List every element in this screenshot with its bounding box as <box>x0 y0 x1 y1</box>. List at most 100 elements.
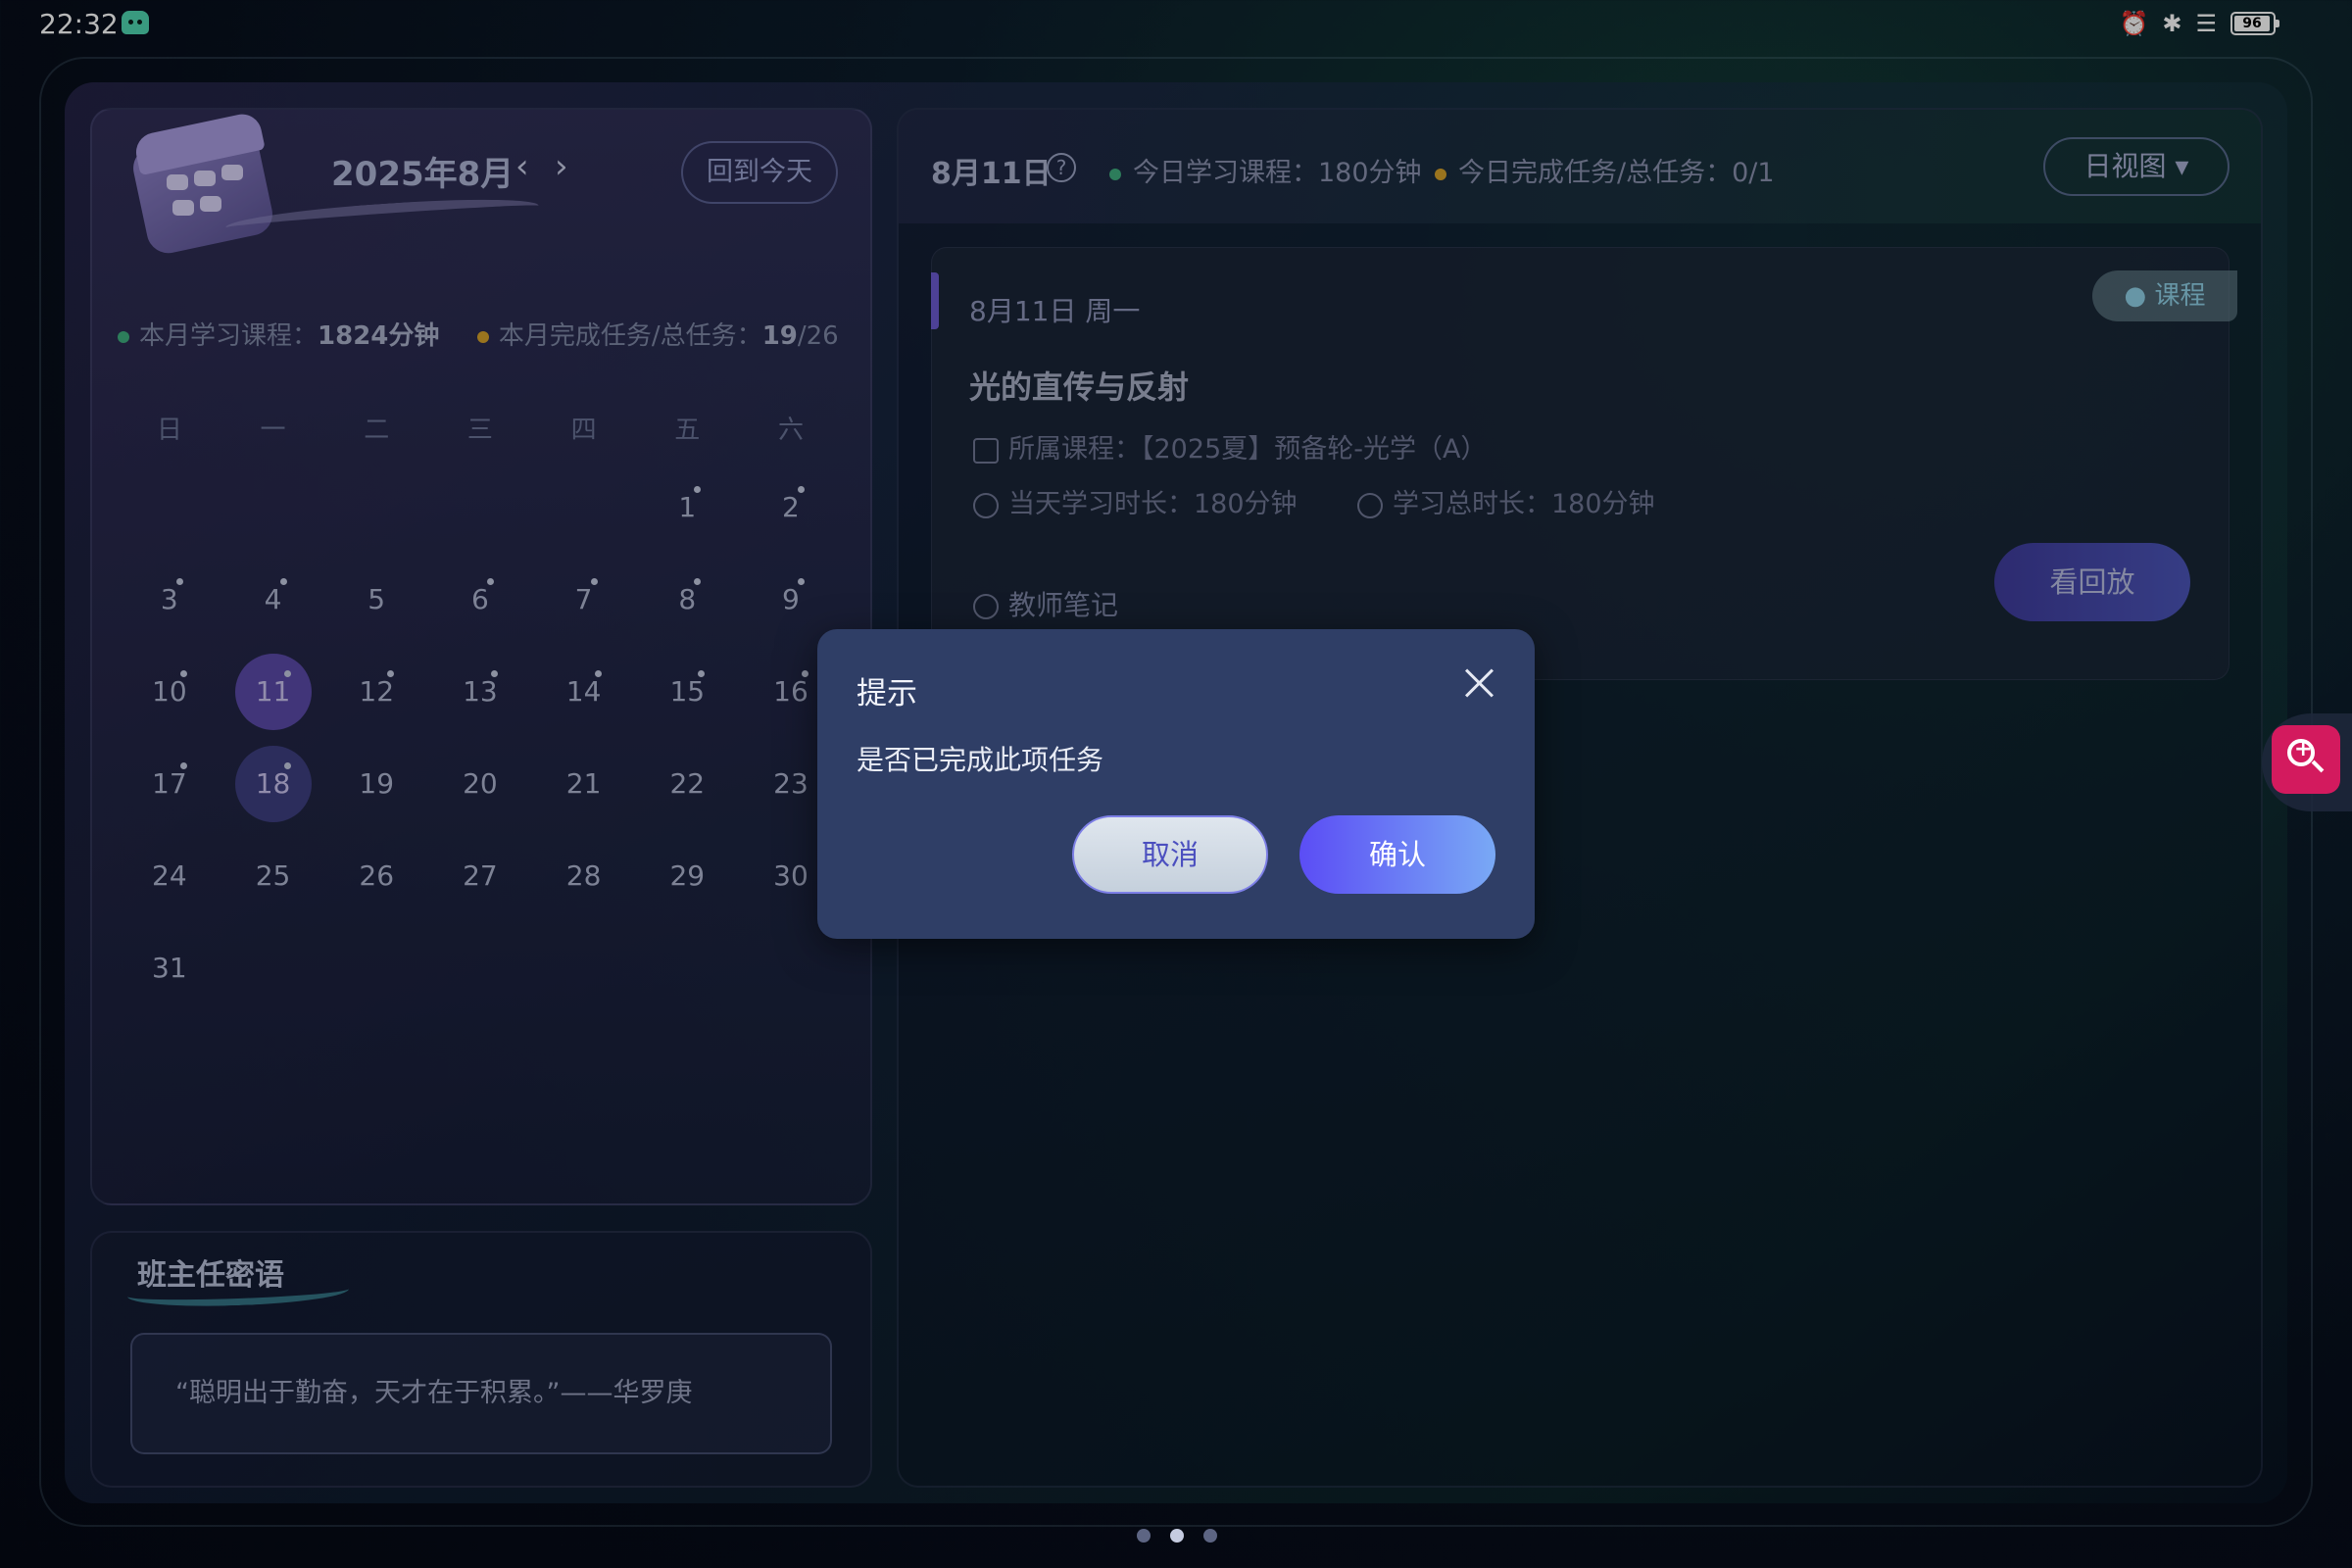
calendar-week-row: 17 18 19 20 21 22 23 <box>118 745 843 823</box>
battery-level: 96 <box>2234 16 2270 31</box>
calendar-day[interactable]: 2 <box>739 468 843 547</box>
page-dot[interactable] <box>1137 1529 1151 1543</box>
view-mode-dropdown[interactable]: 日视图 ▾ <box>2043 137 2230 196</box>
course-accent-bar <box>931 272 939 329</box>
back-to-today-button[interactable]: 回到今天 <box>681 141 838 204</box>
calendar-day[interactable]: 7 <box>532 561 636 639</box>
month-study-label: 本月学习课程： <box>139 321 318 351</box>
calendar-day[interactable]: 25 <box>221 837 325 915</box>
next-month-button[interactable]: › <box>555 147 568 186</box>
weekday-label: 日 <box>156 416 182 445</box>
calendar-day[interactable]: 9 <box>739 561 843 639</box>
task-dot-icon <box>491 670 499 677</box>
calendar-day-number: 11 <box>255 675 291 708</box>
weekday-label: 二 <box>364 416 390 445</box>
calendar-day[interactable]: 12 <box>324 653 428 731</box>
calendar-empty-cell <box>221 468 325 547</box>
task-dot-icon <box>180 762 187 769</box>
status-icons: ⏰ ✱ ☰ 96 <box>2119 10 2279 37</box>
calendar-day-number: 3 <box>160 583 178 615</box>
cancel-button[interactable]: 取消 <box>1072 815 1268 894</box>
calendar-day[interactable]: 8 <box>635 561 739 639</box>
calendar-day[interactable]: 11 <box>221 653 325 731</box>
task-dot-icon <box>283 762 291 769</box>
battery-icon: 96 <box>2230 12 2279 35</box>
calendar-day[interactable]: 5 <box>324 561 428 639</box>
calendar-day-number: 1 <box>678 491 697 523</box>
calendar-day[interactable]: 29 <box>635 837 739 915</box>
calendar-day[interactable]: 14 <box>532 653 636 731</box>
calendar-day[interactable]: 15 <box>635 653 739 731</box>
weekday-label: 四 <box>570 416 597 445</box>
course-total-time-text: 学习总时长：180分钟 <box>1393 489 1655 519</box>
calendar-day-number: 14 <box>565 675 602 708</box>
calendar-day[interactable]: 1 <box>635 468 739 547</box>
calendar-day[interactable]: 20 <box>428 745 532 823</box>
calendar-empty-cell <box>221 929 325 1007</box>
teacher-notes-link[interactable]: 教师笔记 <box>973 584 1118 623</box>
prev-month-button[interactable]: ‹ <box>515 147 529 186</box>
page-dot-active[interactable] <box>1170 1529 1184 1543</box>
calendar-day-number: 6 <box>470 583 489 615</box>
page-dot[interactable] <box>1203 1529 1217 1543</box>
task-dot-icon <box>798 578 806 585</box>
calendar-empty-cell <box>118 468 221 547</box>
calendar-day[interactable]: 27 <box>428 837 532 915</box>
calendar-day[interactable]: 13 <box>428 653 532 731</box>
calendar-day[interactable]: 31 <box>118 929 221 1007</box>
task-dot-icon <box>487 578 495 585</box>
teacher-quote: “聪明出于勤奋，天才在于积累。”——华罗庚 <box>130 1333 832 1454</box>
zoom-in-button[interactable] <box>2272 725 2340 794</box>
calendar-day-number: 21 <box>565 767 602 800</box>
task-dot-icon <box>694 486 702 493</box>
course-tag: ● 课程 <box>2092 270 2237 321</box>
task-dot-icon <box>798 486 806 493</box>
weekday-label: 五 <box>674 416 701 445</box>
calendar-week-row: 24 25 26 27 28 29 30 <box>118 837 843 915</box>
calendar-day-number: 12 <box>359 675 395 708</box>
weekday-label: 六 <box>777 416 804 445</box>
calendar-day-number: 25 <box>255 859 291 892</box>
help-icon[interactable]: ? <box>1047 153 1076 182</box>
calendar-day-number: 19 <box>359 767 395 800</box>
task-dot-icon <box>590 578 598 585</box>
calendar-day[interactable]: 19 <box>324 745 428 823</box>
location-pin-icon: ● <box>2124 281 2155 311</box>
task-dot-icon <box>279 578 287 585</box>
month-stats: 本月学习课程：1824分钟 本月完成任务/总任务：19/26 <box>118 316 839 352</box>
calendar-empty-cell <box>428 468 532 547</box>
calendar-day[interactable]: 24 <box>118 837 221 915</box>
confirm-button[interactable]: 确认 <box>1299 815 1495 894</box>
calendar-day-number: 31 <box>152 952 187 984</box>
calendar-empty-cell <box>635 929 739 1007</box>
month-study-value: 1824分钟 <box>318 321 440 351</box>
calendar-day[interactable]: 22 <box>635 745 739 823</box>
calendar-day[interactable]: 28 <box>532 837 636 915</box>
wifi-icon: ☰ <box>2195 10 2217 37</box>
day-study-stat: 今日学习课程：180分钟 <box>1109 151 1422 189</box>
course-today-time: 当天学习时长：180分钟 <box>973 482 1298 520</box>
task-dot-icon <box>1435 168 1446 180</box>
calendar-day-number: 7 <box>574 583 593 615</box>
calendar-day[interactable]: 21 <box>532 745 636 823</box>
task-dot-icon <box>180 670 187 677</box>
calendar-week-row: 3 4 5 6 7 8 9 <box>118 561 843 639</box>
calendar-day[interactable]: 26 <box>324 837 428 915</box>
calendar-day[interactable]: 3 <box>118 561 221 639</box>
calendar-day[interactable]: 4 <box>221 561 325 639</box>
day-study-label: 今日学习课程：180分钟 <box>1133 158 1422 188</box>
calendar-day[interactable]: 10 <box>118 653 221 731</box>
calendar-day[interactable]: 17 <box>118 745 221 823</box>
dialog-title: 提示 <box>857 676 917 711</box>
calendar-day[interactable]: 6 <box>428 561 532 639</box>
close-icon[interactable] <box>1462 666 1495 700</box>
calendar-empty-cell <box>324 929 428 1007</box>
calendar-empty-cell <box>324 468 428 547</box>
calendar-day[interactable]: 18 <box>221 745 325 823</box>
confirm-dialog: 提示 是否已完成此项任务 取消 确认 <box>817 629 1535 939</box>
calendar-day-number: 10 <box>152 675 187 708</box>
calendar-day-number: 24 <box>152 859 187 892</box>
watch-replay-button[interactable]: 看回放 <box>1994 543 2190 621</box>
calendar-empty-cell <box>739 929 843 1007</box>
bluetooth-icon: ✱ <box>2162 10 2182 37</box>
